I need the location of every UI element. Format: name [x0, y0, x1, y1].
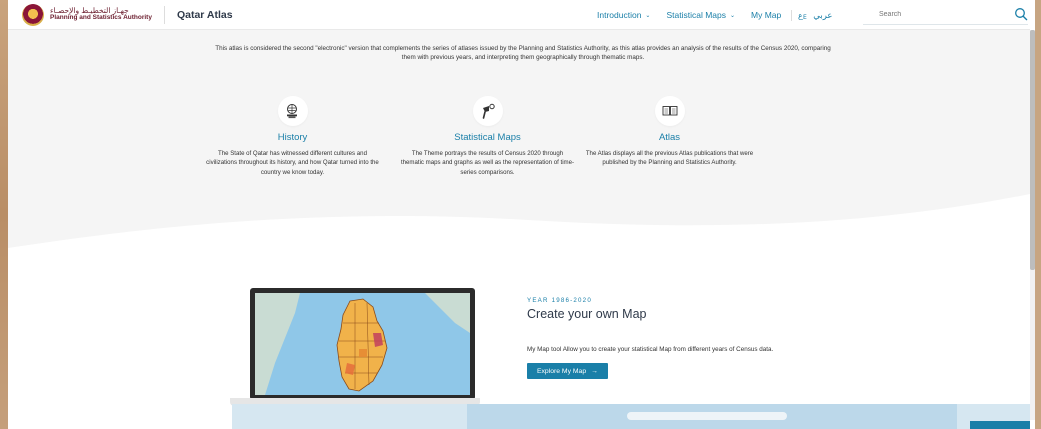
- explore-my-map-label: Explore My Map: [537, 367, 587, 375]
- language-icon: ع E: [798, 11, 807, 20]
- intro-paragraph: This atlas is considered the second "ele…: [215, 45, 831, 62]
- arrow-right-icon: →: [591, 367, 598, 375]
- search-box: [863, 5, 1028, 25]
- nav-my-map[interactable]: My Map: [751, 10, 781, 20]
- open-book-icon: [662, 106, 677, 116]
- feature-history-icon-circle: [277, 96, 308, 126]
- header-divider: [163, 5, 165, 24]
- scrollbar-thumb[interactable]: [1030, 30, 1035, 270]
- top-header: جهـاز التخطيـط والإحصـاء Planning and St…: [8, 0, 1030, 30]
- nav-my-map-label: My Map: [751, 10, 782, 20]
- logo-text: جهـاز التخطيـط والإحصـاء Planning and St…: [50, 7, 152, 22]
- feature-statistical-maps-description: The Theme portrays the results of Census…: [400, 150, 575, 176]
- qatar-emblem-icon: [22, 3, 44, 26]
- page-scrollbar[interactable]: [1030, 30, 1035, 420]
- nav-introduction-label: Introduction: [597, 10, 642, 20]
- feature-statistical-maps[interactable]: Statistical Maps The Theme portrays the …: [400, 96, 575, 177]
- overlapping-screenshot-strip: [232, 404, 1030, 429]
- app-title[interactable]: Qatar Atlas: [177, 9, 233, 21]
- feature-history-description: The State of Qatar has witnessed differe…: [206, 150, 379, 176]
- chevron-down-icon: ⌄: [645, 12, 651, 19]
- strip-button: [970, 421, 1030, 429]
- nav-introduction[interactable]: Introduction ⌄: [597, 10, 650, 20]
- feature-atlas-title: Atlas: [658, 132, 681, 143]
- logo-text-english: Planning and Statistics Authority: [50, 14, 152, 22]
- feature-atlas-icon-circle: [654, 96, 685, 126]
- right-background-edge: [1035, 0, 1041, 429]
- feature-statistical-maps-icon-circle: [472, 96, 503, 126]
- globe-history-icon: [286, 104, 297, 119]
- explore-my-map-button[interactable]: Explore My Map →: [527, 363, 608, 380]
- svg-text:E: E: [803, 14, 807, 20]
- my-map-year-range: YEAR 1986-2020: [527, 297, 592, 304]
- qatar-map-image: [255, 293, 470, 395]
- my-map-section: YEAR 1986-2020 Create your own Map My Ma…: [527, 297, 827, 380]
- my-map-title: Create your own Map: [527, 307, 647, 321]
- language-switch[interactable]: ع E عربي: [791, 9, 833, 21]
- left-background-edge: [0, 0, 8, 429]
- feature-statistical-maps-title: Statistical Maps: [454, 132, 521, 143]
- feature-atlas-description: The Atlas displays all the previous Atla…: [585, 150, 754, 167]
- feature-history-title: History: [277, 132, 308, 143]
- laptop-map-preview: [230, 288, 480, 406]
- feature-atlas[interactable]: Atlas The Atlas displays all the previou…: [582, 96, 757, 168]
- nav-statistical-maps-label: Statistical Maps: [666, 10, 726, 20]
- laptop-screen: [250, 288, 475, 400]
- qatar-map-icon: [255, 293, 470, 395]
- map-pin-icon: [482, 103, 495, 119]
- search-icon[interactable]: [1014, 7, 1028, 21]
- chevron-down-icon: ⌄: [729, 12, 736, 19]
- strip-search-bar: [627, 412, 787, 420]
- search-input[interactable]: [863, 11, 1003, 18]
- language-label: عربي: [813, 9, 833, 20]
- my-map-description: My Map tool Allow you to create your sta…: [527, 346, 774, 353]
- hero-section: This atlas is considered the second "ele…: [8, 30, 1030, 255]
- nav-statistical-maps[interactable]: Statistical Maps ⌄: [666, 10, 735, 20]
- psa-logo[interactable]: جهـاز التخطيـط والإحصـاء Planning and St…: [22, 3, 152, 26]
- main-nav: Introduction ⌄ Statistical Maps ⌄ My Map…: [597, 0, 832, 30]
- feature-history[interactable]: History The State of Qatar has witnessed…: [205, 96, 380, 177]
